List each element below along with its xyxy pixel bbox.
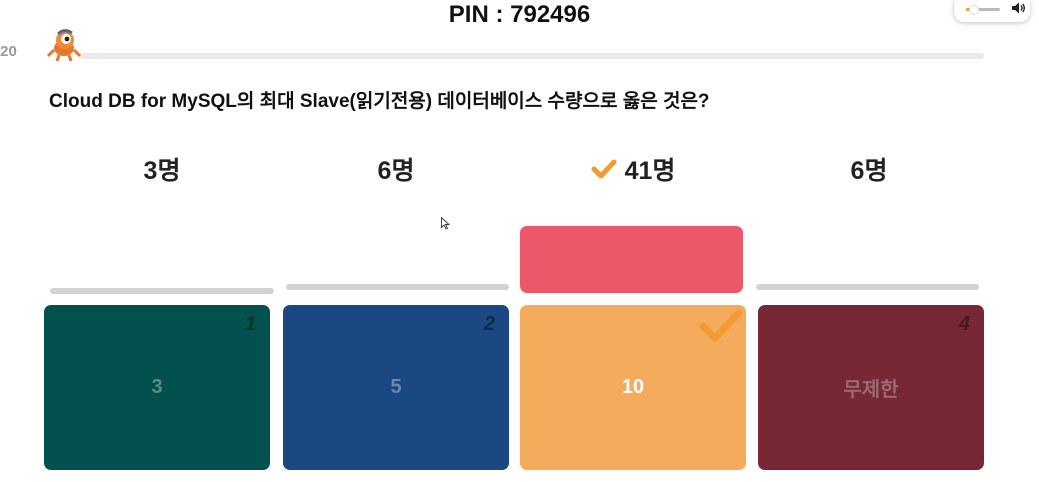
- answer-label: 5: [390, 376, 402, 398]
- mascot-icon: [46, 29, 82, 62]
- answer-label: 무제한: [843, 379, 899, 401]
- checkmark-icon: [699, 309, 743, 342]
- question-counter: /20: [0, 43, 17, 60]
- answer-tile-1[interactable]: 1 3: [44, 305, 270, 470]
- result-count-label: 6명: [850, 157, 888, 185]
- answer-label: 3: [151, 376, 163, 398]
- result-bar-4: [756, 284, 979, 290]
- answer-tile-4[interactable]: 4 무제한: [758, 305, 984, 470]
- result-count-label: 3명: [143, 157, 181, 185]
- result-bar-3: [520, 226, 743, 293]
- result-count-3: 41명: [520, 152, 746, 186]
- mouse-cursor-icon: [441, 217, 450, 230]
- volume-slider-knob[interactable]: [969, 5, 979, 15]
- question-text: Cloud DB for MySQL의 최대 Slave(읽기전용) 데이터베이…: [49, 91, 710, 112]
- result-count-label: 6명: [377, 157, 415, 185]
- answer-label: 10: [621, 376, 645, 398]
- volume-control[interactable]: [954, 0, 1030, 22]
- result-count-2: 6명: [283, 152, 509, 186]
- speaker-icon[interactable]: [1010, 0, 1026, 16]
- result-bar-1: [50, 288, 274, 294]
- answer-number: 2: [483, 313, 495, 335]
- result-bar-2: [286, 284, 509, 290]
- answer-number: 1: [244, 313, 256, 335]
- result-count-1: 3명: [49, 152, 275, 186]
- pin-code: PIN : 792496: [448, 1, 591, 28]
- checkmark-icon: [591, 159, 617, 179]
- progress-bar: [80, 53, 984, 59]
- result-count-label: 41명: [624, 157, 676, 185]
- answer-tile-3[interactable]: 10: [520, 305, 746, 470]
- result-count-4: 6명: [756, 152, 982, 186]
- answer-number: 4: [958, 313, 970, 335]
- answer-tile-2[interactable]: 2 5: [283, 305, 509, 470]
